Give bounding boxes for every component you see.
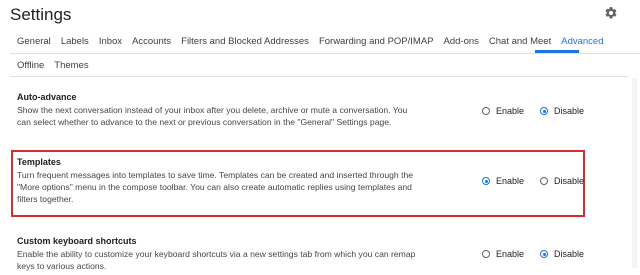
tabs-divider-2 — [10, 76, 640, 77]
radio-label: Enable — [496, 249, 525, 259]
tab-chat-meet[interactable]: Chat and Meet — [489, 35, 551, 51]
radio-button[interactable] — [540, 177, 548, 185]
tabs-divider — [10, 53, 640, 54]
radio-label: Disable — [554, 176, 585, 186]
setting-title: Custom keyboard shortcuts — [17, 236, 137, 246]
radio-label: Enable — [496, 106, 525, 116]
radio-button[interactable] — [540, 107, 548, 115]
tab-themes[interactable]: Themes — [54, 59, 88, 75]
tab-inbox[interactable]: Inbox — [99, 35, 122, 51]
tab-accounts[interactable]: Accounts — [132, 35, 171, 51]
tab-general[interactable]: General — [17, 35, 51, 51]
templates-enable-option[interactable]: Enable — [482, 176, 524, 186]
page-title: Settings — [10, 5, 72, 24]
tab-labels[interactable]: Labels — [61, 35, 89, 51]
setting-keyboard-shortcuts: Custom keyboard shortcuts Enable the abi… — [17, 236, 417, 272]
radio-button[interactable] — [482, 177, 490, 185]
setting-title: Auto-advance — [17, 92, 77, 102]
tab-addons[interactable]: Add-ons — [444, 35, 479, 51]
shortcuts-disable-option[interactable]: Disable — [540, 249, 584, 259]
scrollbar-thumb[interactable] — [632, 78, 637, 268]
templates-disable-option[interactable]: Disable — [540, 176, 584, 186]
setting-auto-advance: Auto-advance Show the next conversation … — [17, 92, 417, 128]
settings-tabs-row2: Offline Themes — [17, 59, 99, 75]
gear-icon[interactable] — [604, 6, 618, 20]
radio-button[interactable] — [482, 250, 490, 258]
tab-offline[interactable]: Offline — [17, 59, 44, 75]
radio-label: Disable — [554, 249, 585, 259]
settings-tabs: General Labels Inbox Accounts Filters an… — [17, 35, 614, 51]
setting-title: Templates — [17, 157, 61, 167]
setting-templates: Templates Turn frequent messages into te… — [17, 157, 417, 205]
tab-advanced[interactable]: Advanced — [561, 35, 603, 51]
setting-description: Show the next conversation instead of yo… — [17, 105, 408, 127]
radio-label: Enable — [496, 176, 525, 186]
radio-label: Disable — [554, 106, 585, 116]
tab-forwarding[interactable]: Forwarding and POP/IMAP — [319, 35, 434, 51]
tab-filters[interactable]: Filters and Blocked Addresses — [181, 35, 309, 51]
shortcuts-enable-option[interactable]: Enable — [482, 249, 524, 259]
auto-advance-disable-option[interactable]: Disable — [540, 106, 584, 116]
radio-button[interactable] — [540, 250, 548, 258]
setting-description: Turn frequent messages into templates to… — [17, 170, 414, 204]
radio-button[interactable] — [482, 107, 490, 115]
auto-advance-enable-option[interactable]: Enable — [482, 106, 524, 116]
setting-description: Enable the ability to customize your key… — [17, 249, 416, 271]
